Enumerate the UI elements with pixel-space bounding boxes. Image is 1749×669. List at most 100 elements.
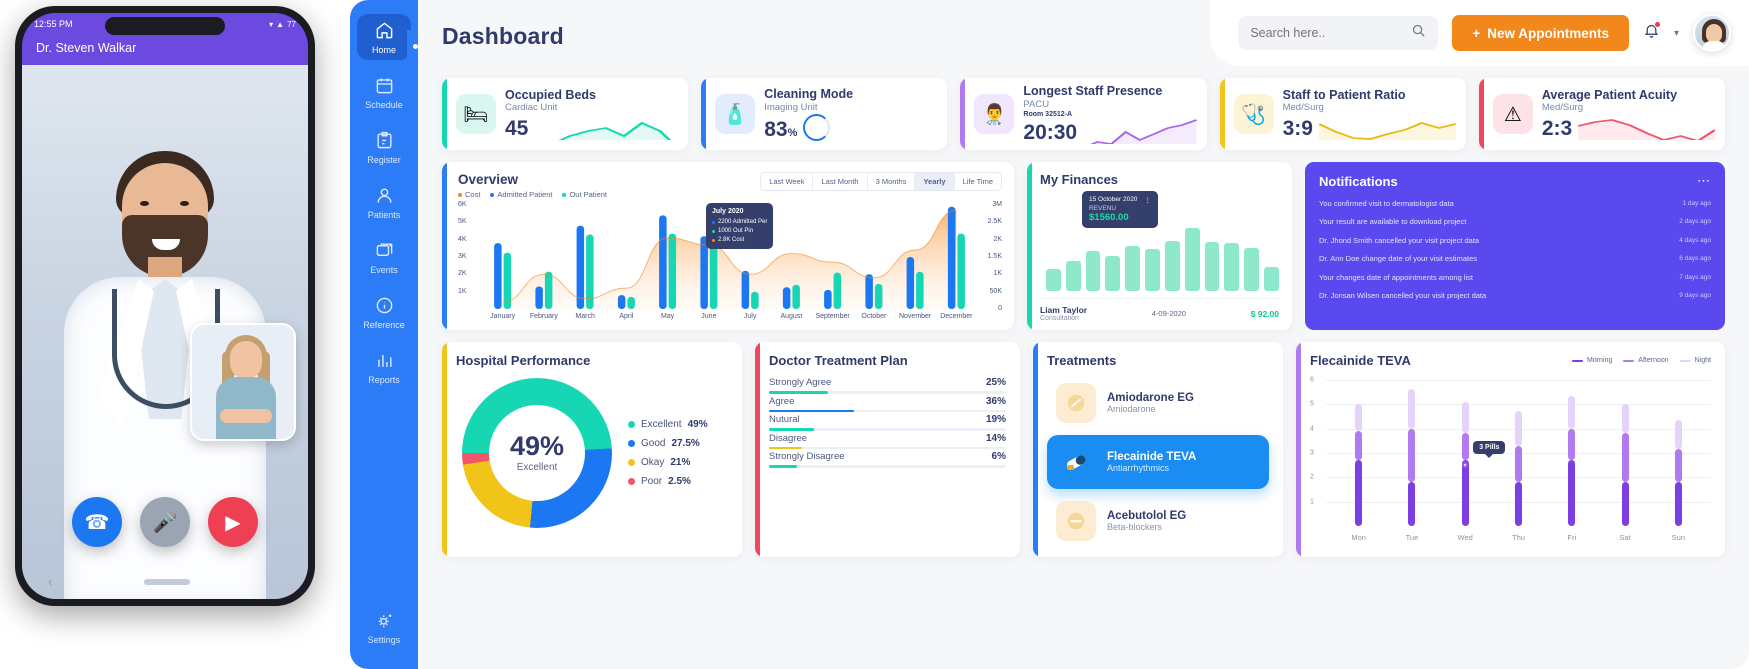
sidebar-item-events[interactable]: Events (357, 234, 411, 280)
sidebar-item-home[interactable]: Home (357, 14, 411, 60)
home-indicator[interactable] (144, 578, 191, 585)
flecainide-bar-column[interactable] (1355, 380, 1363, 526)
finances-bar[interactable] (1125, 246, 1141, 291)
back-button[interactable]: ‹ (48, 574, 52, 589)
finances-bar[interactable] (1145, 249, 1160, 291)
treatment-item[interactable]: Flecainide TEVA Antiarrhythmics (1047, 435, 1269, 489)
finances-bar[interactable] (1224, 243, 1240, 291)
stat-value-row: 3:9 (1283, 114, 1456, 141)
layers-icon (375, 241, 394, 262)
bell-icon[interactable] (1643, 21, 1661, 44)
stat-card[interactable]: 🛏 Occupied Beds Cardiac Unit 45 (442, 78, 689, 150)
sidebar-item-settings[interactable]: Settings (357, 604, 411, 650)
notification-text: You confirmed visit to dermatologist dat… (1319, 198, 1454, 208)
notification-item[interactable]: Your changes date of appointments among … (1319, 273, 1711, 282)
stat-subtitle: Med/Surg (1282, 102, 1324, 114)
stat-card[interactable]: 🩺 Staff to Patient Ratio Med/Surg 3:9 (1219, 78, 1466, 150)
more-horizontal-icon[interactable]: ⋯ (1697, 173, 1711, 189)
overview-tab[interactable]: Last Month (813, 173, 868, 190)
sidebar-label-settings: Settings (367, 635, 401, 645)
legend-label: Okay (641, 457, 665, 468)
finances-bar[interactable] (1164, 240, 1180, 291)
flecainide-bar-column[interactable] (1621, 380, 1629, 526)
warning-triangle-icon: ⚠ (1492, 94, 1533, 134)
stat-subtitle: PACU (1023, 98, 1050, 110)
plan-fill (769, 446, 803, 449)
flecainide-bar-column[interactable] (1674, 380, 1682, 526)
stat-title: Occupied Beds (505, 87, 596, 102)
notification-item[interactable]: Dr. Jonsan Wilsen cancelled your visit p… (1319, 291, 1711, 300)
finances-bar[interactable] (1065, 260, 1081, 291)
notifications-card: Notifications ⋯ You confirmed visit to d… (1305, 162, 1725, 330)
flecainide-bar-segment (1408, 428, 1416, 482)
sidebar-item-patients[interactable]: Patients (357, 179, 411, 225)
sidebar-label-home: Home (371, 45, 396, 55)
notification-item[interactable]: You confirmed visit to dermatologist dat… (1319, 199, 1711, 208)
finances-bar[interactable] (1184, 227, 1200, 291)
flecainide-bar-column[interactable] (1515, 380, 1522, 526)
overview-tab[interactable]: Last Week (761, 173, 814, 190)
finances-bar[interactable] (1244, 247, 1260, 291)
finances-bar[interactable] (1204, 242, 1220, 291)
chevron-down-icon[interactable]: ▾ (1674, 28, 1679, 39)
flecainide-bar-column[interactable] (1461, 380, 1469, 526)
treatment-item[interactable]: Amiodarone EG Amiodarone (1047, 376, 1269, 430)
treatment-plan-title: Doctor Treatment Plan (769, 353, 908, 368)
performance-legend-item: Excellent 49% (628, 419, 708, 430)
stat-card[interactable]: 🧴 Cleaning Mode Imaging Unit 83% (701, 78, 948, 150)
search-icon[interactable] (1411, 23, 1426, 43)
plan-row: Strongly Disagree 6% (769, 451, 1006, 468)
call-controls: ☎ 🎤 ▶ (22, 497, 308, 547)
stat-card[interactable]: 👨‍⚕ Longest Staff Presence PACU Room 325… (960, 78, 1207, 150)
flecainide-title: Flecainide TEVA (1310, 353, 1411, 368)
top-bar: Dashboard + New Appointments ▾ (418, 0, 1749, 72)
patient-video-thumbnail[interactable] (190, 323, 296, 441)
notifications-list: You confirmed visit to dermatologist dat… (1319, 199, 1711, 301)
call-button[interactable]: ☎ (72, 497, 122, 547)
new-appointments-button[interactable]: + New Appointments (1452, 15, 1629, 51)
avatar[interactable] (1693, 14, 1731, 52)
finances-bar[interactable] (1264, 266, 1279, 291)
legend-value: 49% (687, 419, 708, 430)
end-video-button[interactable]: ▶ (208, 497, 258, 547)
notification-item[interactable]: Dr. Jhond Smith cancelled your visit pro… (1319, 236, 1711, 245)
sidebar-item-reports[interactable]: Reports (357, 344, 411, 390)
flecainide-bar-segment (1461, 433, 1469, 460)
mute-button[interactable]: 🎤 (140, 497, 190, 547)
overview-legend-item: Out Patient (562, 190, 607, 199)
legend-label: Poor (641, 476, 663, 487)
mid-row: Overview Cost Admitted Patient Out Patient… (418, 150, 1749, 330)
plan-row-top: Agree 36% (769, 396, 1006, 410)
plan-row-top: Strongly Disagree 6% (769, 451, 1006, 465)
more-vertical-icon[interactable]: ⋮ (1145, 196, 1152, 204)
finances-bar[interactable] (1046, 269, 1061, 291)
notification-item[interactable]: Your result are available to download pr… (1319, 217, 1711, 226)
status-time: 12:55 PM (34, 19, 73, 29)
treatment-item[interactable]: Acebutolol EG Beta-blockers (1047, 494, 1269, 548)
app-stage: 12:55 PM ▾ ▲ 77 Dr. Steven Walkar ☎ 🎤 ▶ … (0, 0, 1749, 669)
notification-item[interactable]: Dr. Ann Doe change date of your visit es… (1319, 254, 1711, 263)
search-box[interactable] (1238, 16, 1439, 50)
legend-label: Morning (1587, 357, 1613, 364)
finances-bar[interactable] (1105, 256, 1121, 291)
notifications-header: Notifications ⋯ (1319, 173, 1711, 189)
stat-card[interactable]: ⚠ Average Patient Acuity Med/Surg 2:3 (1478, 78, 1726, 150)
treatment-sub: Antiarrhythmics (1107, 463, 1170, 473)
finances-bar[interactable] (1085, 251, 1101, 291)
sidebar-item-reference[interactable]: Reference (357, 289, 411, 335)
legend-label: Excellent (641, 419, 682, 430)
stat-title: Cleaning Mode (764, 87, 854, 102)
search-input[interactable] (1250, 26, 1401, 40)
flecainide-data-point[interactable] (1462, 461, 1469, 468)
phone-nav-bar: ‹ (22, 574, 308, 589)
flecainide-bar-segment (1515, 410, 1522, 447)
sidebar-item-register[interactable]: Register (357, 124, 411, 170)
flecainide-x-tick: Fri (1567, 533, 1577, 542)
flecainide-bar-column[interactable] (1408, 380, 1416, 526)
flecainide-bar-column[interactable] (1568, 380, 1576, 526)
overview-tab[interactable]: 3 Months (868, 173, 916, 190)
sidebar-item-schedule[interactable]: Schedule (357, 69, 411, 115)
home-icon (375, 21, 394, 42)
overview-tab[interactable]: Life Time (955, 173, 1001, 190)
overview-tab[interactable]: Yearly (915, 173, 955, 190)
